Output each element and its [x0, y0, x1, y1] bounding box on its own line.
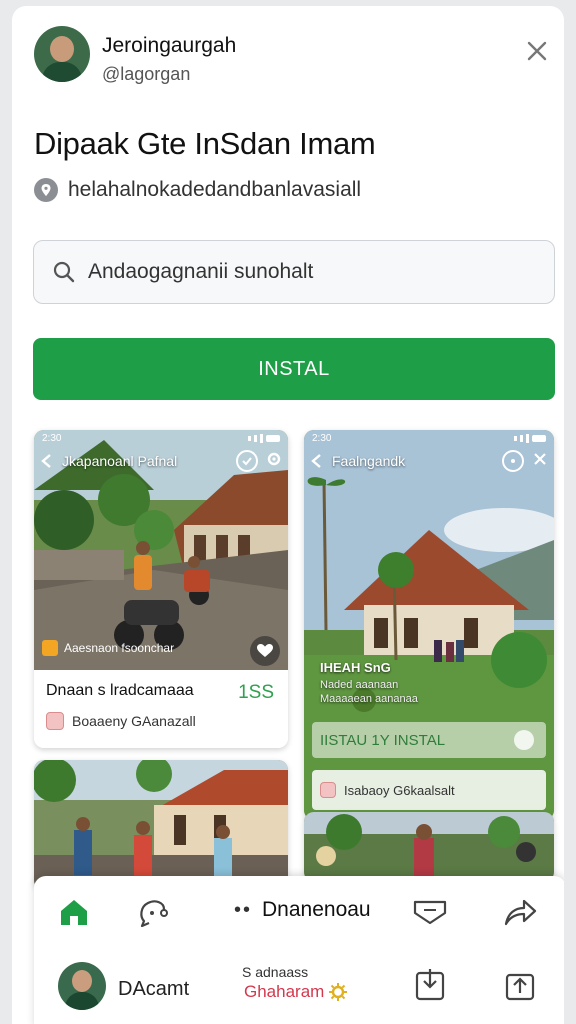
favorite-button[interactable]	[250, 636, 280, 666]
overlay-title: IHEAH SnG	[320, 660, 391, 675]
tag-button[interactable]	[410, 892, 450, 932]
bottom-action-bar: •• Dnanenoau DAcamt S adnaass Ghaharam	[34, 876, 564, 1024]
sun-badge-icon	[329, 983, 348, 1001]
back-arrow-icon[interactable]	[310, 453, 324, 469]
gear-icon[interactable]	[266, 451, 282, 472]
screenshot-card-3[interactable]	[34, 760, 288, 890]
info-icon	[514, 730, 534, 750]
profile-name[interactable]: Jeroingaurgah	[102, 34, 236, 58]
status-bar: 2:30	[304, 430, 554, 446]
status-line-2: Ghaharam	[244, 982, 348, 1002]
user-name[interactable]: DAcamt	[118, 978, 189, 1001]
signal-battery-icon	[514, 433, 546, 443]
save-button[interactable]	[500, 964, 540, 1004]
chat-icon	[140, 900, 168, 927]
village-house-image	[304, 430, 554, 820]
profile-handle: @lagorgan	[102, 64, 191, 84]
status-line-1: S adnaass	[242, 964, 309, 980]
install-strip-label: IISTAU 1Y INSTAL	[320, 731, 446, 749]
search-icon	[53, 261, 75, 283]
chat-button[interactable]	[134, 892, 174, 932]
share-icon	[504, 899, 537, 926]
listing-title: Dipaak Gte InSdan Imam	[34, 126, 376, 161]
village-market-image	[34, 760, 288, 890]
screenshot-card-4[interactable]	[304, 812, 554, 882]
screenshot-topnav: Faalngandk	[310, 448, 548, 474]
tag-icon	[413, 900, 447, 925]
app-install-sheet: Jeroingaurgah @lagorgan Dipaak Gte InSda…	[12, 6, 564, 1024]
screenshot-card-2[interactable]: 2:30 Faalngandk IHEAH SnG Naded aaanaan …	[304, 430, 554, 820]
more-dots-icon: ••	[234, 898, 253, 921]
card-subtitle-row: Boaaeny GAanazall	[46, 712, 276, 730]
badge-icon	[42, 640, 58, 656]
status-line-2-text: Ghaharam	[244, 982, 325, 1001]
save-icon	[505, 973, 535, 1001]
village-people-image	[304, 812, 554, 882]
tag-icon	[46, 712, 64, 730]
status-time: 2:30	[42, 432, 62, 444]
center-menu[interactable]: •• Dnanenoau	[234, 898, 371, 922]
close-button[interactable]	[520, 34, 554, 68]
overlay-subtitle: Naded aaanaan Maaaaean aananaa	[320, 679, 418, 705]
caption-badge: Aaesnaon fsoonchar	[42, 640, 174, 656]
location-text: helahalnokadedandbanlavasiall	[68, 178, 362, 201]
install-button[interactable]: INSTAL	[33, 338, 555, 400]
center-menu-label: Dnanenoau	[262, 898, 371, 921]
card-subtitle: Isabaoy G6kaalsalt	[344, 782, 455, 798]
card-number: 1SS	[238, 682, 274, 703]
back-arrow-icon[interactable]	[40, 453, 54, 469]
download-button[interactable]	[410, 964, 450, 1004]
close-icon[interactable]	[532, 451, 548, 472]
screenshot-topnav: Jkapanoanl Pafnal	[40, 448, 282, 474]
download-icon	[415, 969, 445, 1001]
location-icon	[34, 178, 58, 202]
screenshot-card-footer: Dnaan s lradcamaaa 1SS Boaaeny GAanazall	[34, 670, 288, 748]
user-avatar[interactable]	[58, 962, 106, 1010]
status-bar: 2:30	[34, 430, 288, 446]
install-strip[interactable]: IISTAU 1Y INSTAL	[312, 722, 546, 758]
caption-badge-text: Aaesnaon fsoonchar	[64, 641, 175, 655]
chat-icon[interactable]	[502, 450, 524, 472]
screenshot-nav-title: Faalngandk	[332, 453, 406, 469]
location-row: helahalnokadedandbanlavasiall	[34, 176, 361, 204]
screenshot-card-1[interactable]: 2:30 Jkapanoanl Pafnal Aaesnaon fsooncha…	[34, 430, 288, 748]
home-button[interactable]	[54, 892, 94, 932]
heart-icon	[257, 644, 273, 657]
close-icon	[527, 41, 547, 61]
signal-battery-icon	[248, 433, 280, 443]
share-button[interactable]	[500, 892, 540, 932]
profile-avatar[interactable]	[34, 26, 90, 82]
home-icon	[61, 900, 87, 925]
tag-icon	[320, 782, 336, 798]
search-bar[interactable]	[33, 240, 555, 304]
screenshot-nav-title: Jkapanoanl Pafnal	[62, 453, 178, 469]
badge-icon[interactable]	[236, 450, 258, 472]
card-subtitle: Boaaeny GAanazall	[72, 713, 196, 729]
screenshot-card-footer: Isabaoy G6kaalsalt	[312, 770, 546, 810]
status-time: 2:30	[312, 432, 332, 444]
search-input[interactable]	[88, 260, 518, 284]
